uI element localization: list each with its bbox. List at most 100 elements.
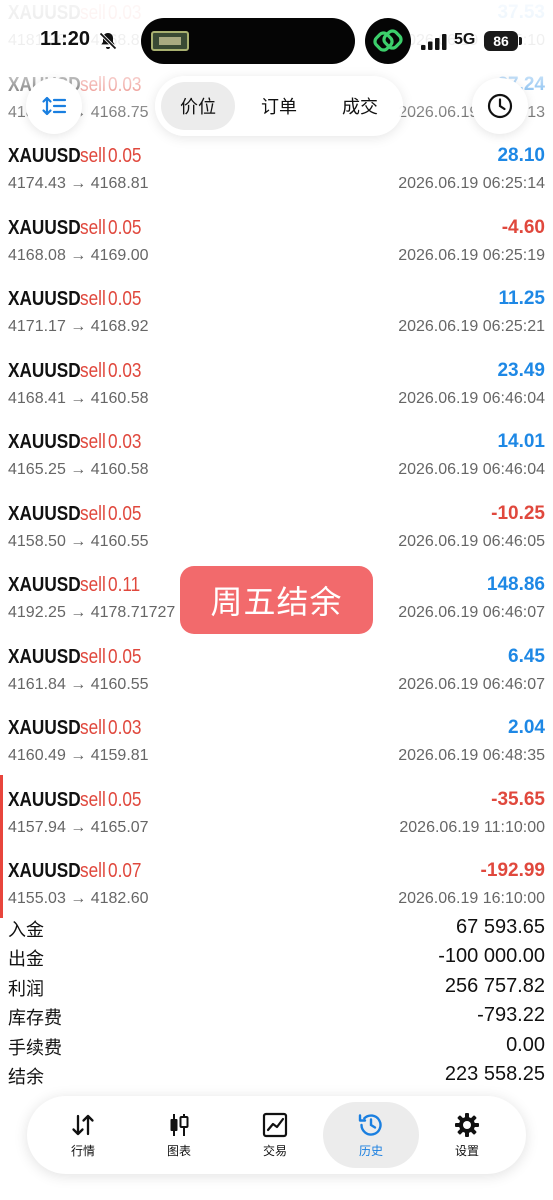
sort-arrows-icon — [42, 96, 67, 116]
trade-time: 2026.06.19 06:25:14 — [398, 175, 545, 192]
summary-row: 入金 67 593.65 — [0, 914, 553, 943]
trade-heading: XAUUSD sell 0.05 — [8, 789, 147, 817]
summary-label: 结余 — [8, 1066, 44, 1088]
signal-bars-icon — [421, 34, 447, 50]
nav-chart-label: 图表 — [166, 1144, 191, 1158]
trade-prices: 4168.41 → 4160.58 — [8, 389, 149, 407]
summary-value: -793.22 — [477, 1004, 545, 1027]
trade-row[interactable]: XAUUSD sell 0.05 11.25 4171.17 → 4168.92 2026… — [0, 274, 553, 346]
summary-value: 223 558.25 — [444, 1062, 545, 1085]
trade-row[interactable]: XAUUSD sell 0.05 28.10 4174.43 → 4168.81 2026… — [0, 131, 553, 203]
trade-profit: 14.01 — [497, 431, 545, 452]
account-summary: 入金 67 593.65 出金 -100 000.00 利润 256 757.82 库存费 -… — [0, 914, 553, 1090]
summary-label: 出金 — [8, 949, 44, 971]
summary-value: 0.00 — [506, 1033, 545, 1056]
nav-history[interactable]: 历史 — [323, 1102, 419, 1168]
trade-row[interactable]: XAUUSD sell 0.05 -35.65 4157.94 → 4165.07 202… — [0, 774, 553, 846]
clock-icon — [487, 93, 513, 119]
trade-profit: 11.25 — [498, 288, 546, 309]
tab-orders[interactable]: 订单 — [242, 82, 316, 130]
trade-prices: 4171.17 → 4168.92 — [8, 318, 149, 335]
summary-row: 库存费 -793.22 — [0, 1002, 553, 1031]
battery-tip — [519, 37, 522, 45]
trade-time: 2026.06.19 11:10:00 — [399, 818, 545, 836]
bottom-nav: 行情 图表 交易 历史 设置 — [27, 1096, 526, 1174]
nav-chart[interactable]: 图表 — [131, 1102, 227, 1168]
nav-quotes-label: 行情 — [70, 1144, 95, 1158]
trade-time: 2026.06.19 06:46:05 — [398, 532, 545, 550]
trade-time: 2026.06.19 06:25:21 — [398, 318, 545, 335]
trade-volume: 0.07 — [108, 860, 142, 882]
flag-marker — [0, 846, 3, 918]
trade-prices: 4155.03 → 4182.60 — [8, 890, 149, 907]
trade-time: 2026.06.19 06:46:04 — [398, 389, 545, 407]
trade-row[interactable]: XAUUSD sell 0.03 23.49 4168.41 → 4160.58 2026… — [0, 346, 553, 418]
trade-volume: 0.03 — [108, 431, 142, 453]
quotes-arrows-icon — [72, 1114, 94, 1136]
trade-prices: 4192.25 → 4178.71727 — [8, 604, 176, 621]
trade-symbol: XAUUSD — [8, 645, 81, 668]
trade-heading: XAUUSDsell0.03 — [8, 717, 147, 745]
trade-row[interactable]: XAUUSD sell 0.05 6.45 4161.84 → 4160.55 2026.… — [0, 632, 553, 704]
tab-deals[interactable]: 成交 — [323, 82, 397, 130]
trade-volume: 0.05 — [108, 288, 142, 310]
trade-profit: 148.86 — [486, 574, 545, 595]
nav-trade[interactable]: 交易 — [227, 1102, 323, 1168]
trade-side: sell — [80, 431, 106, 453]
trade-time: 2026.06.19 06:46:07 — [398, 604, 545, 621]
trade-profit: -192.99 — [480, 860, 545, 881]
trade-symbol: XAUUSD — [8, 359, 81, 382]
tab-positions[interactable]: 价位 — [161, 82, 235, 130]
trade-side: sell — [80, 288, 106, 310]
trade-volume: 0.05 — [108, 216, 142, 239]
trade-heading: XAUUSD sell 0.05 — [8, 145, 147, 173]
trade-heading: XAUUSDsell0.03 — [8, 360, 147, 388]
status-bar: 11:20 5G 86 — [0, 12, 553, 68]
summary-label: 手续费 — [8, 1037, 62, 1059]
summary-row: 利润 256 757.82 — [0, 973, 553, 1002]
trade-prices: 4160.49 → 4159.81 — [8, 747, 149, 764]
trade-volume: 0.03 — [108, 717, 142, 739]
nav-settings-label: 设置 — [454, 1144, 479, 1158]
trade-heading: XAUUSD sell 0.05 — [8, 503, 147, 531]
bell-slash-icon — [98, 31, 118, 51]
trade-heading: XAUUSD sell 0.11 — [8, 574, 145, 602]
candlestick-chart-icon — [170, 1114, 189, 1136]
trade-row[interactable]: XAUUSD sell 0.05 -10.25 4158.50 → 4160.55 202… — [0, 489, 553, 561]
nav-trade-label: 交易 — [262, 1144, 287, 1158]
trade-row[interactable]: XAUUSD sell 0.03 14.01 4165.25 → 4160.58 2026… — [0, 417, 553, 489]
dynamic-island — [141, 18, 355, 64]
trade-profit: 2.04 — [508, 717, 545, 738]
summary-label: 利润 — [8, 978, 44, 1000]
summary-value: -100 000.00 — [438, 945, 545, 968]
trade-side: sell — [80, 216, 106, 239]
trade-symbol: XAUUSD — [8, 574, 81, 596]
nav-history-label: 历史 — [358, 1144, 383, 1158]
trade-heading: XAUUSD sell 0.07 — [8, 860, 147, 888]
trade-side: sell — [80, 788, 106, 811]
nav-settings[interactable]: 设置 — [419, 1102, 515, 1168]
nav-quotes[interactable]: 行情 — [35, 1102, 131, 1168]
battery-level: 86 — [484, 31, 518, 51]
period-button[interactable] — [472, 78, 528, 134]
trade-profit: -4.60 — [501, 216, 545, 238]
trade-symbol: XAUUSD — [8, 502, 81, 525]
trade-heading: XAUUSD sell 0.05 — [8, 288, 147, 316]
trade-row[interactable]: XAUUSD sell 0.07 -192.99 4155.03 → 4182.60 20… — [0, 846, 553, 918]
trade-volume: 0.11 — [108, 574, 141, 596]
trade-symbol: XAUUSD — [8, 145, 81, 167]
trade-row[interactable]: XAUUSD sell 0.03 2.04 4160.49 → 4159.81 2026.… — [0, 703, 553, 775]
summary-row: 结余 223 558.25 — [0, 1061, 553, 1090]
trade-row[interactable]: XAUUSD sell 0.05 -4.60 4168.08 → 4169.00 2026… — [0, 203, 553, 275]
trade-symbol: XAUUSD — [8, 431, 81, 453]
trade-heading: XAUUSD sell 0.05 — [8, 217, 147, 245]
trade-time: 2026.06.19 16:10:00 — [398, 890, 545, 907]
friday-balance-badge: 周五结余 — [180, 566, 373, 634]
trade-symbol: XAUUSD — [8, 216, 81, 239]
sort-button[interactable] — [26, 78, 82, 134]
summary-row: 手续费 0.00 — [0, 1032, 553, 1061]
summary-label: 入金 — [8, 920, 44, 941]
trade-prices: 4165.25 → 4160.58 — [8, 461, 149, 478]
trade-history-list: XAUUSDsell0.0337.534181.38 → 4168.812026… — [0, 0, 553, 918]
flag-marker — [0, 774, 3, 846]
